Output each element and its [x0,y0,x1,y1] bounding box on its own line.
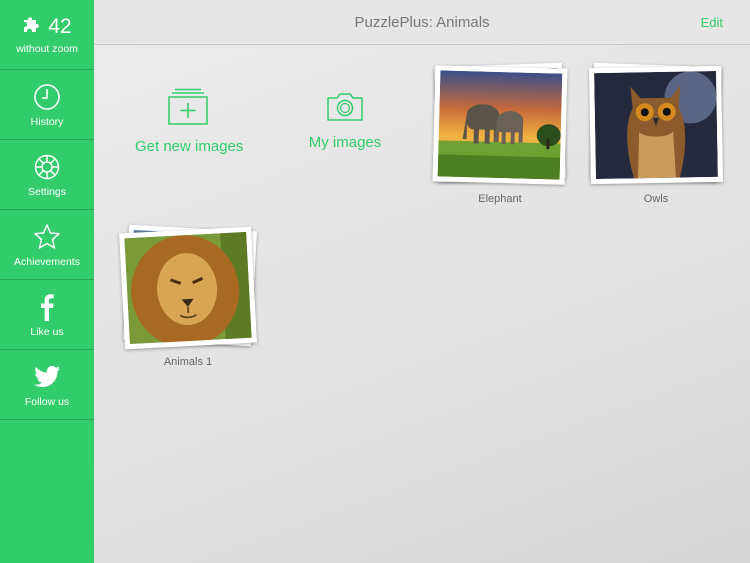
tile-caption: Owls [643,193,669,205]
tile-caption: Animals 1 [163,356,213,368]
lion-photo [119,226,257,350]
sidebar-item-label: Follow us [24,395,70,408]
sidebar-item-label: Settings [28,185,66,198]
twitter-icon [33,362,61,392]
top-bar: PuzzlePlus: Animals Edit [94,0,750,45]
puzzle-tile-animals-1[interactable]: Animals 1 [118,224,258,368]
facebook-icon [39,292,55,322]
tile-caption: Elephant [478,193,522,205]
my-images-label: My images [308,134,382,151]
star-icon [33,222,61,252]
puzzle-piece-icon [22,14,42,39]
page-title: PuzzlePlus: Animals [354,14,490,31]
sidebar-item-follow-us[interactable]: Follow us [0,350,94,420]
edit-button[interactable]: Edit [701,15,723,30]
sidebar-item-history[interactable]: History [0,70,94,140]
score-panel[interactable]: 42 without zoom [0,0,94,70]
sidebar-item-label: Achievements [14,255,80,268]
sidebar-item-settings[interactable]: Settings [0,140,94,210]
score-value: 42 [48,14,72,38]
sidebar-item-label: History [30,115,64,128]
lion-image [124,231,252,348]
elephant-photo [432,65,568,185]
clock-icon [33,82,61,112]
puzzle-tile-elephant[interactable]: Elephant [430,62,570,205]
sidebar-item-like-us[interactable]: Like us [0,280,94,350]
camera-icon [298,92,392,122]
sidebar-item-label: Like us [30,325,64,338]
add-image-folder-icon [135,88,241,126]
owl-photo [588,65,724,185]
owl-image [594,70,718,180]
gear-icon [33,152,61,182]
score-label: without zoom [16,43,78,55]
sidebar-item-achievements[interactable]: Achievements [0,210,94,280]
puzzle-tile-owls[interactable]: Owls [586,62,726,205]
sidebar: 42 without zoom History Settings Achieve… [0,0,94,563]
main-area: PuzzlePlus: Animals Edit Get new images … [94,0,750,563]
my-images-button[interactable]: My images [298,92,392,151]
elephant-image [437,70,563,180]
get-new-images-button[interactable]: Get new images [135,88,244,155]
get-new-images-label: Get new images [135,138,244,155]
